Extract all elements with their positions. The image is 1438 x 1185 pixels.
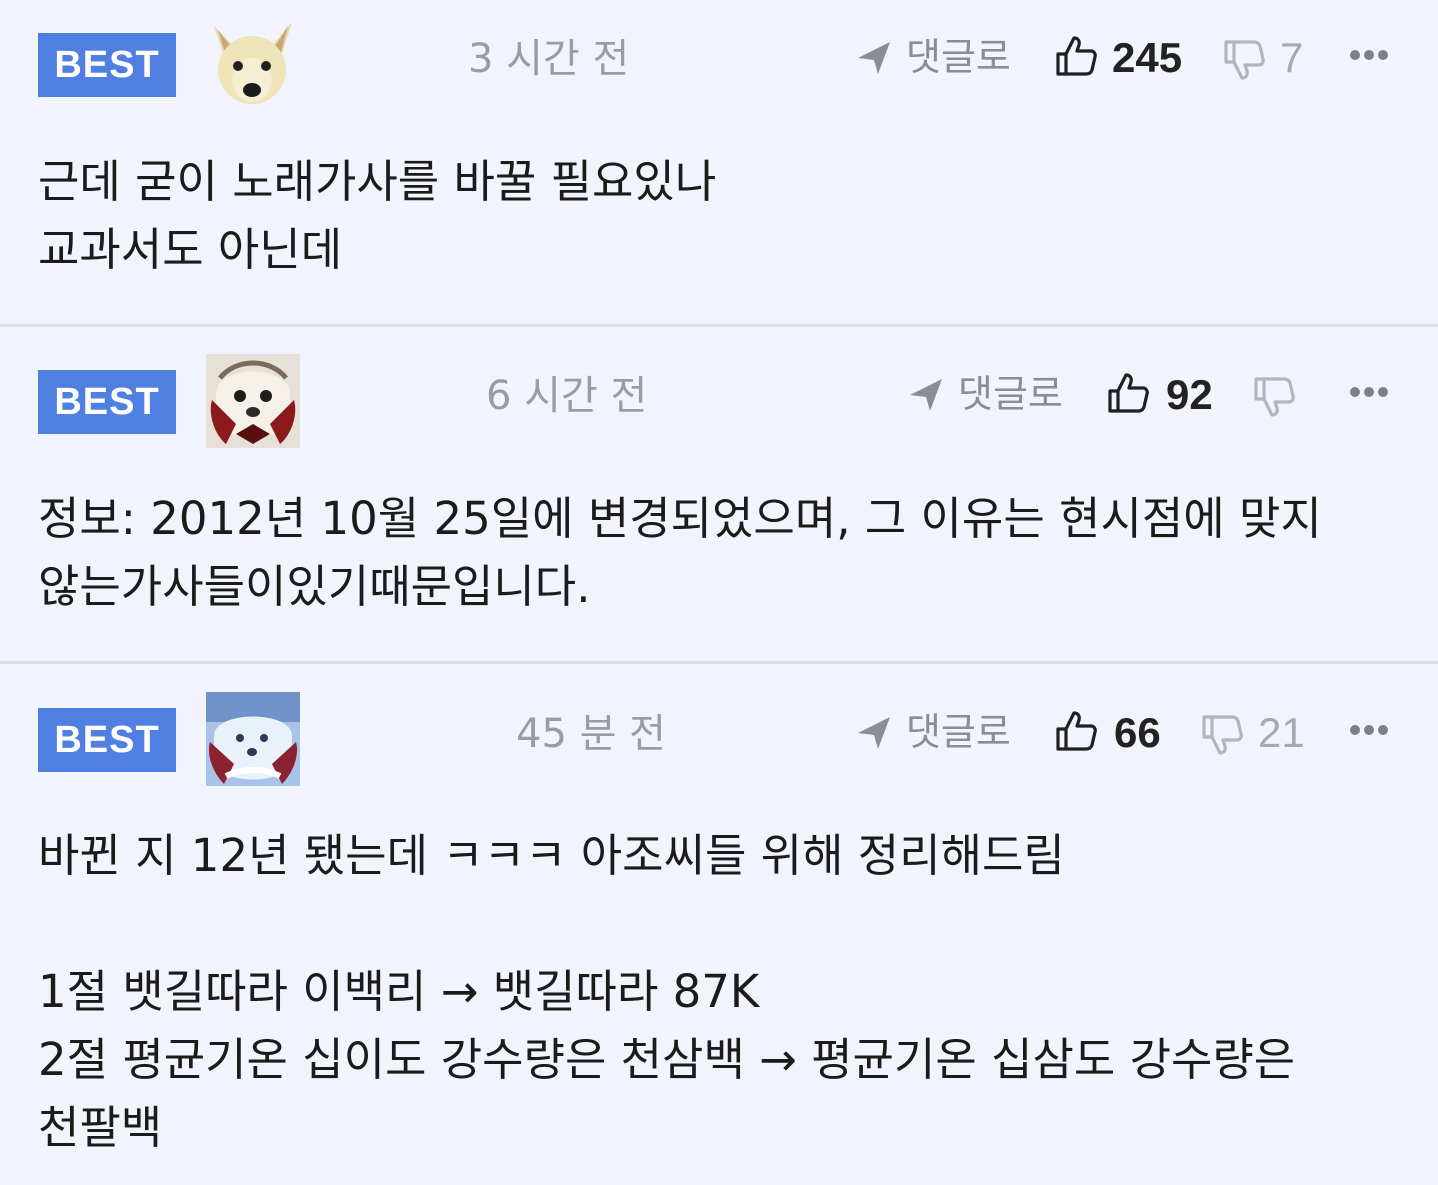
avatar[interactable] — [206, 354, 300, 448]
thumbs-down-icon[interactable] — [1200, 713, 1244, 757]
reply-button[interactable]: 댓글로 — [858, 707, 1011, 757]
comment-3: BEST 45 분 전 댓글로 66 21 바뀐 지 12년 됐는데 ㅋㅋㅋ 아… — [0, 664, 1438, 1185]
thumbs-up-icon[interactable] — [1054, 34, 1098, 78]
comment-2: BEST 6 시간 전 댓글로 92 정보: 2012년 10월 25일에 변경… — [0, 327, 1438, 661]
reply-label: 댓글로 — [906, 710, 1011, 754]
comment-line: 정보: 2012년 10월 25일에 변경되었으며, 그 이유는 현시점에 맞지 — [38, 492, 1322, 545]
comment-body: 정보: 2012년 10월 25일에 변경되었으며, 그 이유는 현시점에 맞지… — [38, 485, 1418, 621]
more-dots-icon[interactable] — [1350, 387, 1388, 397]
dislike-count: 7 — [1280, 34, 1304, 81]
thumbs-down-icon[interactable] — [1252, 375, 1296, 419]
reply-button[interactable]: 댓글로 — [858, 32, 1011, 82]
comment-blank-line — [38, 890, 1418, 958]
send-arrow-icon — [858, 42, 890, 74]
comment-line: 교과서도 아닌데 — [38, 223, 343, 276]
reply-label: 댓글로 — [906, 35, 1011, 79]
comment-line: 않는가사들이있기때문입니다. — [38, 560, 591, 613]
comment-line: 천팔백 — [38, 1101, 163, 1154]
thumbs-up-icon[interactable] — [1054, 709, 1098, 753]
reply-label: 댓글로 — [958, 372, 1063, 416]
more-dots-icon[interactable] — [1350, 50, 1388, 60]
best-badge: BEST — [38, 33, 176, 97]
comment-time: 3 시간 전 — [468, 36, 630, 82]
like-count: 66 — [1114, 709, 1161, 756]
comment-line: 1절 뱃길따라 이백리 → 뱃길따라 87K — [38, 965, 760, 1018]
send-arrow-icon — [910, 379, 942, 411]
comment-1: BEST 3 시간 전 댓글로 245 7 근데 굳이 노래가사를 바꿀 필요있… — [0, 0, 1438, 325]
comment-time: 6 시간 전 — [486, 373, 648, 419]
like-count: 92 — [1166, 371, 1213, 418]
avatar[interactable] — [206, 692, 300, 786]
send-arrow-icon — [858, 717, 890, 749]
comment-line: 바뀐 지 12년 됐는데 ㅋㅋㅋ 아조씨들 위해 정리해드림 — [38, 829, 1065, 882]
best-badge: BEST — [38, 708, 176, 772]
comment-body: 바뀐 지 12년 됐는데 ㅋㅋㅋ 아조씨들 위해 정리해드림 1절 뱃길따라 이… — [38, 822, 1418, 1162]
comment-body: 근데 굳이 노래가사를 바꿀 필요있나 교과서도 아닌데 — [38, 148, 1418, 284]
thumbs-up-icon[interactable] — [1106, 371, 1150, 415]
dislike-count: 21 — [1258, 709, 1305, 756]
comment-line: 2절 평균기온 십이도 강수량은 천삼백 → 평균기온 십삼도 강수량은 — [38, 1033, 1296, 1086]
comment-time: 45 분 전 — [516, 711, 666, 757]
reply-button[interactable]: 댓글로 — [910, 369, 1063, 419]
comment-line: 근데 굳이 노래가사를 바꿀 필요있나 — [38, 155, 717, 208]
more-dots-icon[interactable] — [1350, 725, 1388, 735]
like-count: 245 — [1112, 34, 1183, 81]
best-badge: BEST — [38, 370, 176, 434]
thumbs-down-icon[interactable] — [1222, 38, 1266, 82]
avatar[interactable] — [206, 18, 300, 112]
